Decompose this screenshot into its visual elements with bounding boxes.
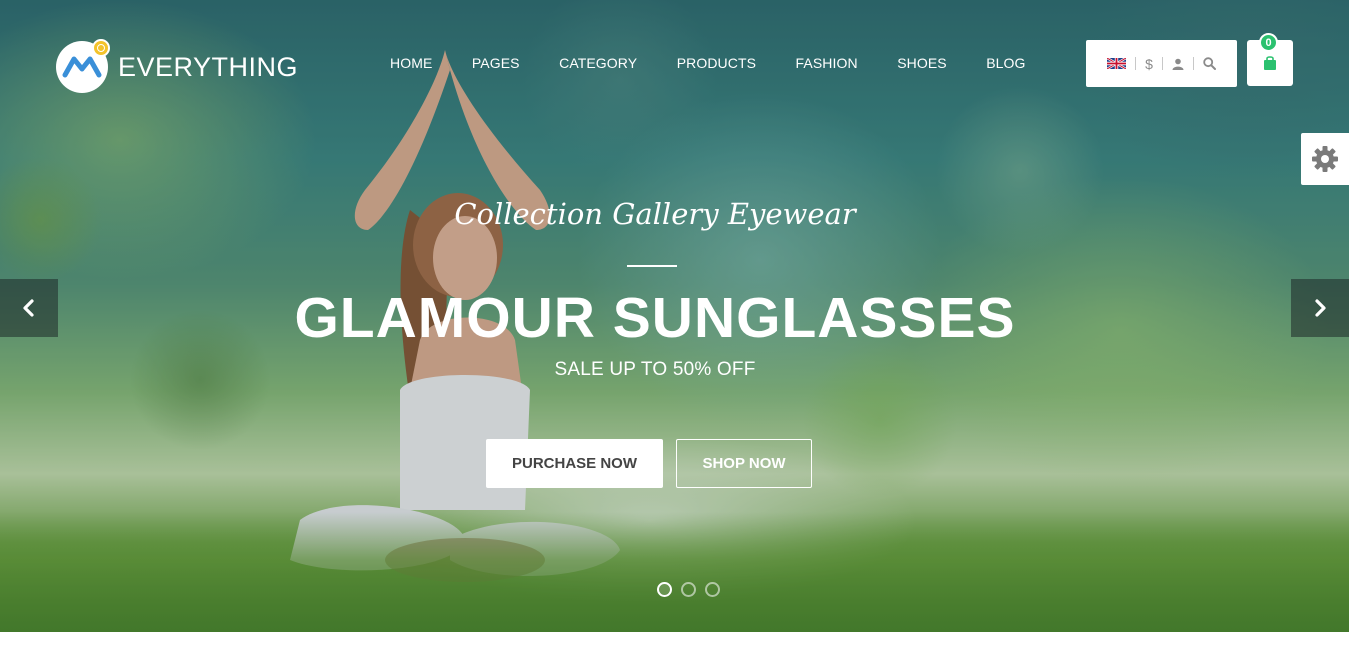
search-icon	[1203, 57, 1216, 70]
logo-accent-dot	[92, 39, 110, 57]
slider-dot-2[interactable]	[681, 582, 696, 597]
search-button[interactable]	[1194, 57, 1225, 70]
header-toolbar: $	[1086, 40, 1237, 87]
nav-item-home[interactable]: HOME	[390, 55, 432, 71]
nav-item-blog[interactable]: BLOG	[986, 55, 1025, 71]
slider-dot-3[interactable]	[705, 582, 720, 597]
caption-divider	[627, 265, 677, 267]
slide-subline: SALE UP TO 50% OFF	[554, 359, 756, 380]
shop-now-button[interactable]: SHOP NOW	[676, 439, 812, 488]
slide-script-title: Collection Gallery Eyewear	[454, 197, 856, 231]
nav-item-fashion[interactable]: FASHION	[796, 55, 858, 71]
nav-item-pages[interactable]: PAGES	[472, 55, 520, 71]
nav-item-products[interactable]: PRODUCTS	[677, 55, 756, 71]
settings-panel-toggle[interactable]	[1301, 133, 1349, 185]
slide-headline: GLAMOUR SUNGLASSES	[294, 286, 1016, 350]
purchase-now-button[interactable]: PURCHASE NOW	[486, 439, 663, 488]
shopping-bag-icon	[1264, 56, 1276, 70]
language-selector[interactable]	[1098, 58, 1135, 69]
nav-item-shoes[interactable]: SHOES	[897, 55, 947, 71]
main-navigation: HOME PAGES CATEGORY PRODUCTS FASHION SHO…	[390, 55, 1065, 71]
slider-dot-1[interactable]	[657, 582, 672, 597]
cart-button[interactable]: 0	[1247, 33, 1293, 86]
cart-count-badge: 0	[1259, 33, 1278, 52]
account-button[interactable]	[1163, 58, 1193, 70]
brand-name: EVERYTHING	[118, 51, 299, 82]
m-logo-icon	[56, 39, 110, 93]
page-content-below-hero	[0, 632, 1349, 667]
gear-icon	[1312, 146, 1338, 172]
slider-pagination	[657, 582, 729, 597]
currency-selector[interactable]: $	[1136, 56, 1162, 72]
user-icon	[1172, 58, 1184, 70]
nav-item-category[interactable]: CATEGORY	[559, 55, 637, 71]
site-logo[interactable]: EVERYTHING	[56, 39, 299, 93]
chevron-right-icon	[1315, 299, 1326, 317]
uk-flag-icon	[1107, 58, 1127, 69]
